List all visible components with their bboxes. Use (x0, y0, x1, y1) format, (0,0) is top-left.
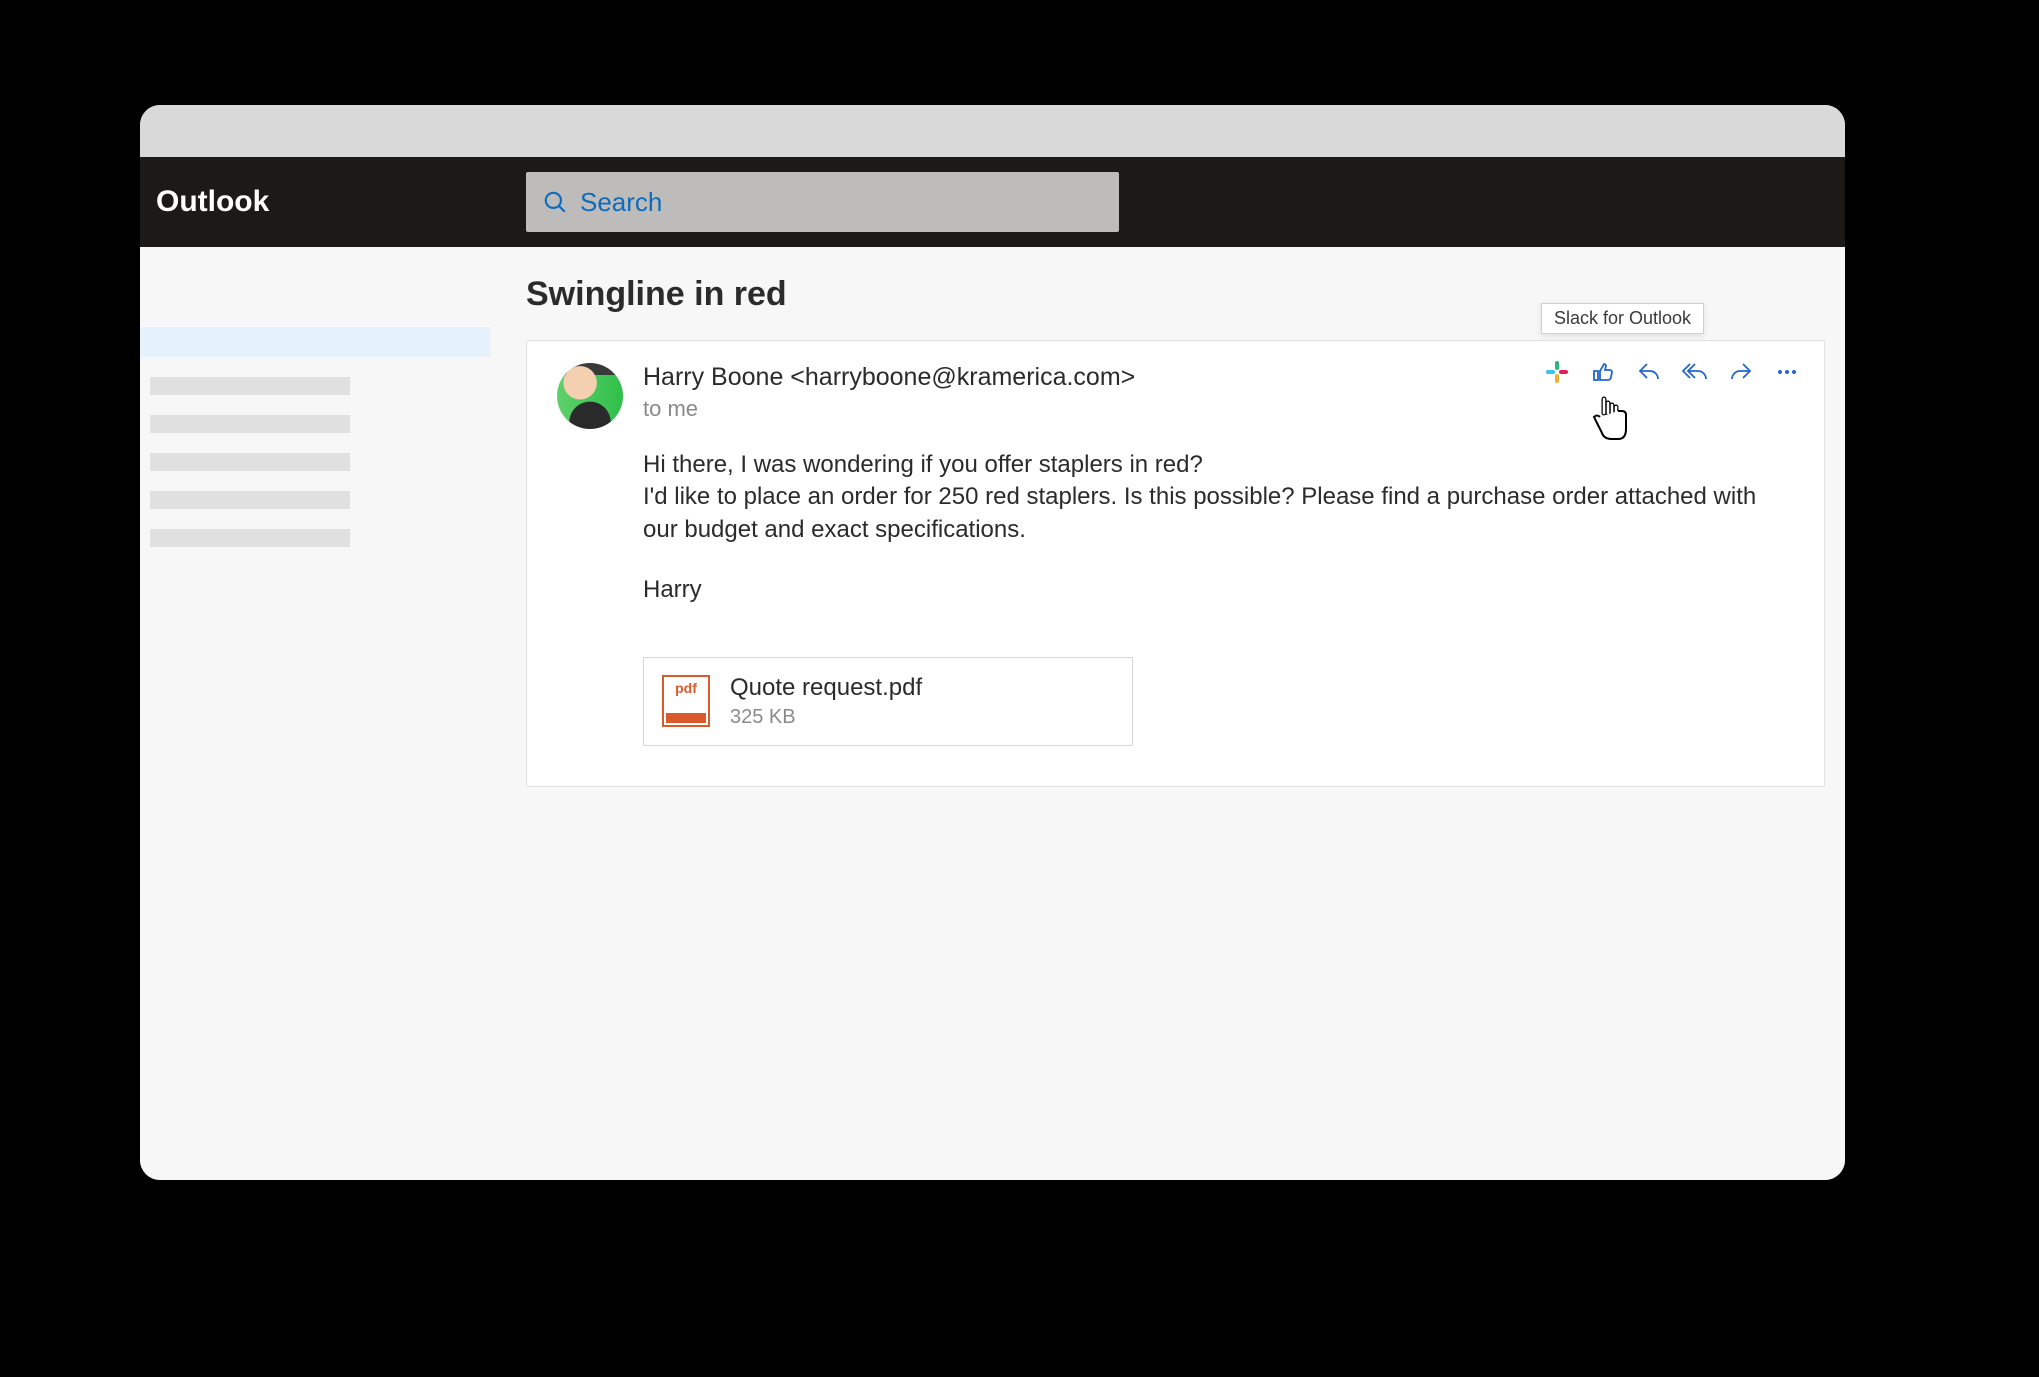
forward-button[interactable] (1728, 361, 1754, 387)
signature: Harry (643, 574, 1794, 606)
email-body: Hi there, I was wondering if you offer s… (643, 449, 1794, 607)
reply-icon (1637, 360, 1661, 389)
body-line: I'd like to place an order for 250 red s… (643, 481, 1794, 546)
sender-avatar (557, 363, 623, 429)
pdf-icon: pdf (662, 675, 710, 727)
message-actions (1544, 361, 1800, 387)
mail-list-item-placeholder (150, 377, 350, 395)
more-actions-button[interactable] (1774, 361, 1800, 387)
thumbs-up-icon (1591, 360, 1615, 389)
more-icon (1775, 360, 1799, 389)
mail-list-item-placeholder (150, 415, 350, 433)
mail-list-item-placeholder (150, 529, 350, 547)
mail-list-item-selected[interactable] (140, 327, 490, 357)
outlook-window: Outlook Search S (140, 105, 1845, 1180)
top-bar: Outlook Search (140, 157, 1845, 247)
attachment-chip[interactable]: pdf Quote request.pdf 325 KB (643, 657, 1133, 746)
search-icon (542, 189, 568, 215)
recipient-line: to me (643, 396, 1135, 422)
reply-all-button[interactable] (1682, 361, 1708, 387)
mail-list-item-placeholder (150, 453, 350, 471)
attachment-size: 325 KB (730, 706, 922, 729)
window-titlebar (140, 105, 1845, 157)
search-input[interactable]: Search (526, 172, 1119, 232)
reply-all-icon (1682, 360, 1708, 389)
body-line: Hi there, I was wondering if you offer s… (643, 449, 1794, 481)
mail-list-sidebar (140, 247, 490, 1180)
like-button[interactable] (1590, 361, 1616, 387)
app-name: Outlook (156, 185, 486, 219)
search-placeholder: Search (580, 187, 662, 218)
slack-icon (1545, 360, 1569, 389)
sender-line: Harry Boone <harryboone@kramerica.com> (643, 363, 1135, 392)
reply-button[interactable] (1636, 361, 1662, 387)
reading-pane: Swingline in red Slack for Outlook Harry… (490, 247, 1845, 1180)
attachment-name: Quote request.pdf (730, 674, 922, 702)
email-card: Slack for Outlook Harry Boone <harryboon… (526, 340, 1825, 787)
slack-tooltip: Slack for Outlook (1541, 303, 1704, 334)
forward-icon (1729, 360, 1753, 389)
mail-list-item-placeholder (150, 491, 350, 509)
slack-for-outlook-button[interactable] (1544, 361, 1570, 387)
